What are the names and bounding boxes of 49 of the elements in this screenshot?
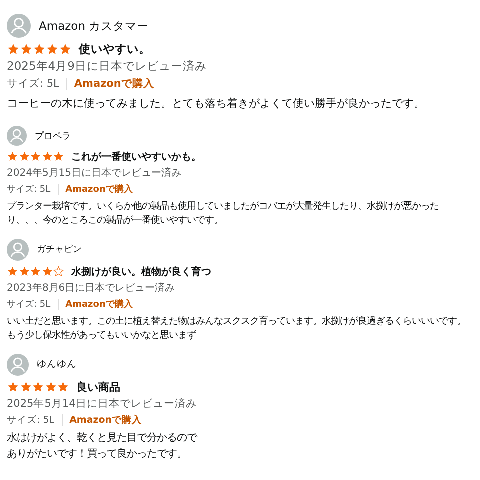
filled-star-icon	[53, 151, 64, 163]
filled-star-icon	[30, 266, 42, 278]
avatar-icon	[7, 238, 29, 261]
filled-star-icon	[46, 43, 59, 56]
filled-star-icon	[7, 266, 18, 278]
reviewer-name: プロペラ	[35, 130, 71, 143]
review-title: これが一番使いやすいかも。	[72, 150, 202, 164]
purchase-label: Amazonで購入	[70, 414, 142, 427]
reviewer-name: ガチャピン	[37, 244, 82, 256]
review-date: 2025年4月9日に日本でレビュー済み	[7, 59, 208, 74]
reviewer-name: Amazon カスタマー	[39, 18, 150, 34]
filled-star-icon	[33, 43, 46, 56]
filled-star-icon	[32, 380, 44, 394]
review-text: ありがたいです！買って良かったです。	[7, 446, 188, 462]
review-title: 良い商品	[76, 380, 120, 395]
review-title: 水捌けが良い。植物が良く育つ	[72, 265, 212, 279]
avatar-icon	[7, 126, 27, 146]
filled-star-icon	[20, 380, 32, 394]
filled-star-icon	[7, 151, 18, 163]
size-label: サイズ: 5L	[7, 414, 55, 427]
purchase-label: Amazonで購入	[66, 298, 133, 311]
purchase-label: Amazonで購入	[74, 77, 154, 91]
purchase-label: Amazonで購入	[66, 183, 133, 196]
review-date: 2023年8月6日に日本でレビュー済み	[7, 282, 176, 295]
filled-star-icon	[18, 266, 30, 278]
size-label: サイズ: 5L	[7, 184, 51, 196]
filled-star-icon	[42, 151, 53, 163]
filled-star-icon	[30, 151, 42, 163]
review-date: 2024年5月15日に日本でレビュー済み	[7, 166, 183, 180]
review-text: コーヒーの木に使ってみました。とても落ち着きがよくて使い勝手が良かったです。	[7, 96, 426, 112]
size-label: サイズ: 5L	[7, 77, 60, 91]
filled-star-icon	[18, 151, 30, 163]
review-title: 使いやすい。	[79, 42, 151, 57]
filled-star-icon	[44, 380, 57, 394]
avatar-icon	[7, 354, 29, 376]
reviewer-name: ゆんゆん	[37, 358, 77, 372]
filled-star-icon	[20, 43, 33, 56]
filled-star-icon	[7, 43, 20, 56]
review-text: いい土だと思います。この土に植え替えた物はみんなスクスク育っています。水捌けが良過ぎるくらいいいです。もう少し保水性があってもいいかなと思いまず	[7, 314, 467, 344]
filled-star-icon	[59, 43, 72, 56]
filled-star-icon	[7, 380, 20, 394]
review-text: 水はけがよく、乾くと見た目で分かるので	[7, 430, 198, 446]
size-label: サイズ: 5L	[7, 298, 51, 311]
review-date: 2025年5月14日に日本でレビュー済み	[7, 396, 198, 411]
filled-star-icon	[42, 266, 53, 278]
empty-star-icon	[53, 266, 64, 278]
review-text: プランター栽培です。いくらか他の製品も使用していましたがコバエが大量発生したり、水捌けが悪かったり、、、今のところこの製品が一番使いやすいです。	[7, 200, 440, 228]
filled-star-icon	[57, 380, 70, 394]
avatar-icon	[7, 14, 31, 38]
